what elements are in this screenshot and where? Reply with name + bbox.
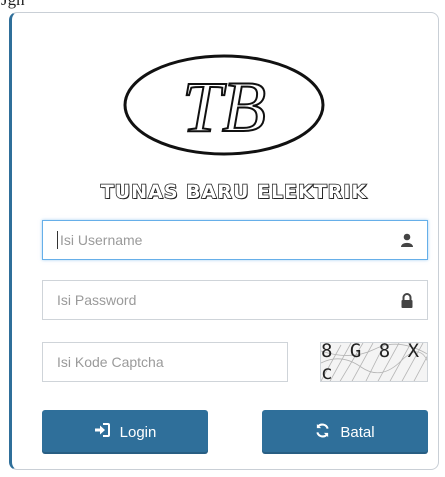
refresh-icon [315, 423, 330, 442]
username-placeholder: Isi Username [60, 232, 143, 248]
captcha-code: 8 G 8 X c [321, 342, 423, 382]
captcha-placeholder: Isi Kode Captcha [57, 354, 164, 370]
user-icon [399, 232, 415, 248]
sign-in-icon [94, 423, 110, 441]
username-field[interactable]: Isi Username [42, 220, 428, 260]
captcha-image: 8 G 8 X c [320, 342, 428, 382]
logo-monogram: TB [182, 67, 266, 147]
password-placeholder: Isi Password [57, 292, 137, 308]
brand-name: TUNAS BARU ELEKTRIK [100, 180, 368, 204]
login-label: Login [119, 423, 157, 441]
company-logo: TB [122, 53, 327, 163]
cancel-button[interactable]: Batal [262, 410, 428, 454]
lock-icon [399, 292, 415, 308]
cancel-label: Batal [340, 423, 375, 441]
captcha-input[interactable]: Isi Kode Captcha [42, 342, 288, 382]
login-button[interactable]: Login [42, 410, 208, 454]
password-field[interactable]: Isi Password [42, 280, 428, 320]
